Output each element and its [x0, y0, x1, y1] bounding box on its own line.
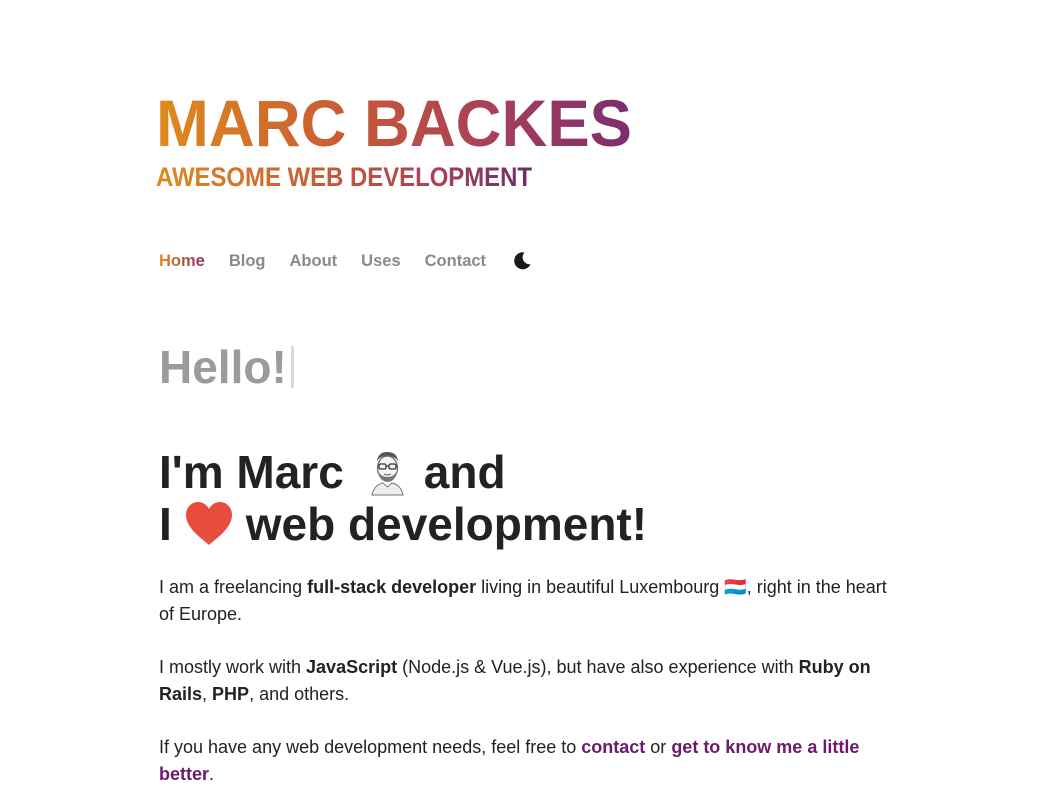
site-logo[interactable]: MARC BACKES AWESOME WEB DEVELOPMENT — [156, 84, 636, 194]
logo-name: MARC BACKES — [156, 86, 632, 160]
p3-text-1: If you have any web development needs, f… — [159, 737, 582, 757]
logo-wordmark: MARC BACKES AWESOME WEB DEVELOPMENT — [156, 86, 632, 192]
headline-i: I — [159, 498, 172, 550]
main-nav: Home Blog About Uses Contact — [159, 248, 532, 274]
p2-text-4: , and others. — [249, 684, 350, 704]
hero-headline: I'm Marc and I web development! — [159, 446, 647, 550]
p2-text-2: (Node.js & Vue.js), but have also experi… — [397, 657, 799, 677]
nav-item-blog[interactable]: Blog — [229, 248, 266, 274]
headline-web-development: web development! — [245, 498, 648, 550]
nav-item-uses[interactable]: Uses — [361, 248, 400, 274]
p3-text-2: or — [645, 737, 672, 757]
nav-item-contact[interactable]: Contact — [425, 248, 486, 274]
p2-text-1: I mostly work with — [159, 657, 307, 677]
p2-bold-php: PHP — [212, 684, 250, 704]
p1-bold-fullstack: full-stack developer — [307, 577, 477, 597]
intro-paragraph-1: I am a freelancing full-stack developer … — [159, 574, 894, 628]
p1-text-1: I am a freelancing — [159, 577, 308, 597]
headline-line-1: I'm Marc and — [159, 446, 647, 498]
moon-icon[interactable] — [512, 251, 532, 271]
typing-cursor — [290, 346, 294, 388]
heart-icon — [184, 501, 234, 547]
page: MARC BACKES AWESOME WEB DEVELOPMENT Home… — [0, 0, 1050, 788]
typed-greeting: Hello! — [159, 338, 294, 396]
greeting-text: Hello! — [159, 341, 287, 393]
headline-im-marc: I'm Marc — [159, 446, 344, 498]
nav-item-about[interactable]: About — [290, 248, 338, 274]
p2-text-3: , — [202, 684, 213, 704]
intro-content: I am a freelancing full-stack developer … — [159, 574, 894, 788]
headline-and: and — [423, 446, 506, 498]
intro-paragraph-3: If you have any web development needs, f… — [159, 734, 894, 788]
intro-paragraph-2: I mostly work with JavaScript (Node.js &… — [159, 654, 894, 708]
headline-line-2: I web development! — [159, 498, 647, 550]
avatar-illustration-icon — [362, 447, 412, 497]
contact-link[interactable]: contact — [581, 737, 645, 757]
p3-text-3: . — [209, 764, 215, 784]
p2-bold-javascript: JavaScript — [306, 657, 398, 677]
nav-item-home[interactable]: Home — [159, 248, 205, 274]
logo-tagline: AWESOME WEB DEVELOPMENT — [156, 162, 532, 192]
